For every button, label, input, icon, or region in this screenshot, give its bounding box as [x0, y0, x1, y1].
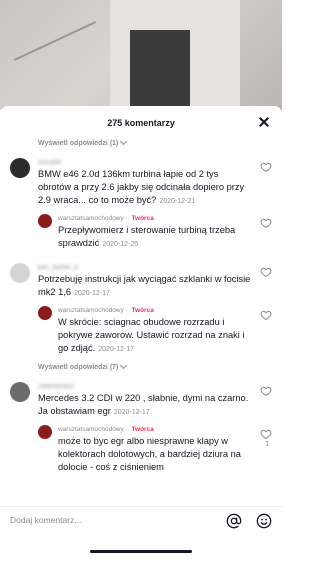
- reply-text: W skrócie: sciagnac obudowe rozrzadu i p…: [58, 316, 252, 356]
- avatar[interactable]: [10, 263, 30, 283]
- view-replies-button[interactable]: Wyświetl odpowiedzi (1): [38, 136, 282, 150]
- comment-username[interactable]: pan_bartek_b: [38, 263, 252, 273]
- reply-item[interactable]: warsztatsamochodowy · Twórca W skrócie: …: [0, 306, 282, 356]
- reply-body: może to byc egr albo niesprawne klapy w …: [58, 436, 241, 472]
- reply-item[interactable]: warsztatsamochodowy · Twórca może to byc…: [0, 425, 282, 474]
- comment-date: 2020-12-17: [113, 409, 150, 416]
- reply-header: warsztatsamochodowy · Twórca: [58, 215, 154, 222]
- doorway-shape: [130, 30, 190, 110]
- home-indicator: [90, 550, 192, 553]
- comment-text: Mercedes 3.2 CDI w 220 , słabnie, dymi n…: [38, 392, 252, 419]
- reply-header: warsztatsamochodowy · Twórca: [58, 307, 154, 314]
- heart-icon[interactable]: [260, 265, 272, 278]
- reply-date: 2020-12-17: [98, 346, 135, 353]
- heart-icon[interactable]: [260, 427, 272, 440]
- comment-body: BMW e46 2.0d 136km turbina łapie od 2 ty…: [38, 169, 245, 205]
- heart-icon[interactable]: [260, 308, 272, 321]
- chevron-down-icon: [120, 137, 128, 146]
- comments-list[interactable]: Wyświetl odpowiedzi (1) mosq94 BMW e46 2…: [0, 132, 282, 512]
- comments-sheet: 275 komentarzy Wyświetl odpowiedzi (1) m…: [0, 106, 282, 564]
- reply-username[interactable]: warsztatsamochodowy: [58, 426, 124, 433]
- heart-icon[interactable]: [260, 384, 272, 397]
- avatar[interactable]: [10, 158, 30, 178]
- comment-input[interactable]: Dodaj komentarz...: [10, 515, 81, 525]
- avatar[interactable]: [38, 306, 52, 320]
- comments-count-title: 275 komentarzy: [107, 118, 175, 128]
- heart-icon[interactable]: [260, 216, 272, 229]
- reply-header: warsztatsamochodowy · Twórca: [58, 426, 154, 433]
- reply-date: 2020-12-25: [102, 241, 139, 248]
- avatar[interactable]: [38, 214, 52, 228]
- comment-body: Potrzebuję instrukcji jak wyciągać szkla…: [38, 274, 251, 297]
- view-replies-button[interactable]: Wyświetl odpowiedzi (7): [38, 360, 282, 374]
- comment-date: 2020-12-17: [74, 290, 110, 297]
- reply-username[interactable]: warsztatsamochodowy: [58, 307, 124, 314]
- comment-item[interactable]: pan_bartek_b Potrzebuję instrukcji jak w…: [0, 263, 282, 300]
- comment-text: Potrzebuję instrukcji jak wyciągać szkla…: [38, 273, 252, 300]
- comment-input-bar: Dodaj komentarz...: [0, 506, 282, 564]
- view-replies-label: Wyświetl odpowiedzi (1): [38, 139, 119, 147]
- creator-badge: Twórca: [131, 215, 154, 222]
- comment-item[interactable]: robertstroisz Mercedes 3.2 CDI w 220 , s…: [0, 382, 282, 419]
- reply-body: Przepływomierz i sterowanie turbiną trze…: [58, 225, 236, 248]
- emoji-icon[interactable]: [256, 513, 272, 529]
- at-sign-icon[interactable]: [226, 513, 242, 529]
- reply-text: może to byc egr albo niesprawne klapy w …: [58, 435, 252, 474]
- reply-item[interactable]: warsztatsamochodowy · Twórca Przepływomi…: [0, 214, 282, 251]
- comment-text: BMW e46 2.0d 136km turbina łapie od 2 ty…: [38, 168, 252, 208]
- avatar[interactable]: [38, 425, 52, 439]
- creator-badge: Twórca: [131, 426, 154, 433]
- comment-date: 2020-12-21: [159, 198, 196, 205]
- chevron-down-icon: [120, 361, 128, 370]
- comment-username[interactable]: mosq94: [38, 158, 252, 168]
- close-icon[interactable]: [258, 116, 270, 128]
- reply-username[interactable]: warsztatsamochodowy: [58, 215, 124, 222]
- avatar[interactable]: [10, 382, 30, 402]
- wall-crack: [13, 21, 97, 61]
- comment-username[interactable]: robertstroisz: [38, 382, 252, 392]
- like-count: 1: [265, 441, 269, 448]
- video-background: [0, 0, 282, 110]
- reply-body: W skrócie: sciagnac obudowe rozrzadu i p…: [58, 317, 245, 353]
- view-replies-label: Wyświetl odpowiedzi (7): [38, 363, 119, 371]
- creator-badge: Twórca: [131, 307, 154, 314]
- reply-text: Przepływomierz i sterowanie turbiną trze…: [58, 224, 252, 251]
- heart-icon[interactable]: [260, 160, 272, 173]
- comment-item[interactable]: mosq94 BMW e46 2.0d 136km turbina łapie …: [0, 158, 282, 208]
